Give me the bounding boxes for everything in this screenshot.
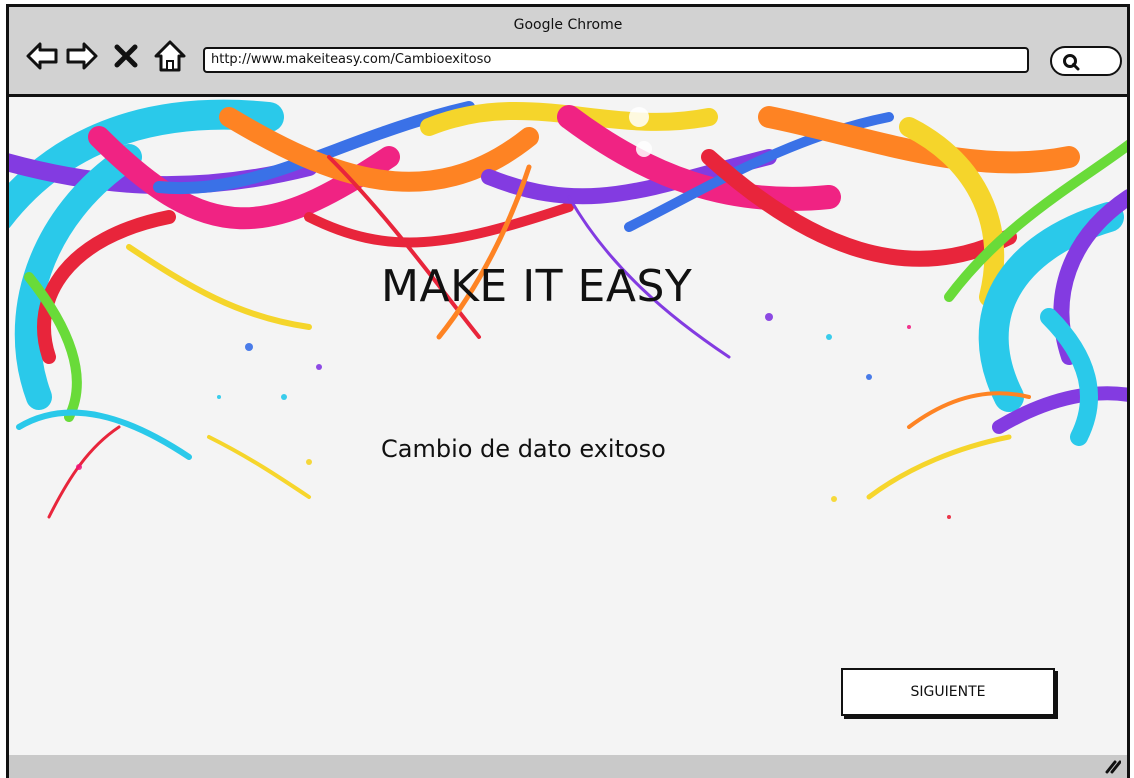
success-message: Cambio de dato exitoso xyxy=(381,435,666,463)
window-title: Google Chrome xyxy=(513,17,623,33)
page-content: MAKE IT EASY Cambio de dato exitoso SIGU… xyxy=(9,97,1127,758)
paint-splash-background xyxy=(9,99,1127,519)
home-icon[interactable] xyxy=(153,39,187,73)
back-arrow-icon[interactable] xyxy=(25,39,59,73)
browser-toolbar: Google Chrome http://www.makeiteasy.com/… xyxy=(9,7,1127,97)
close-icon[interactable] xyxy=(113,43,139,69)
url-input[interactable]: http://www.makeiteasy.com/Cambioexitoso xyxy=(203,47,1029,73)
search-button[interactable] xyxy=(1050,46,1122,76)
browser-window: Google Chrome http://www.makeiteasy.com/… xyxy=(6,4,1130,778)
search-icon xyxy=(1063,54,1080,71)
next-button[interactable]: SIGUIENTE xyxy=(841,668,1055,716)
status-bar xyxy=(9,755,1127,778)
page-title: MAKE IT EASY xyxy=(381,261,693,312)
resize-grip-icon[interactable] xyxy=(1103,758,1121,774)
forward-arrow-icon[interactable] xyxy=(65,39,99,73)
